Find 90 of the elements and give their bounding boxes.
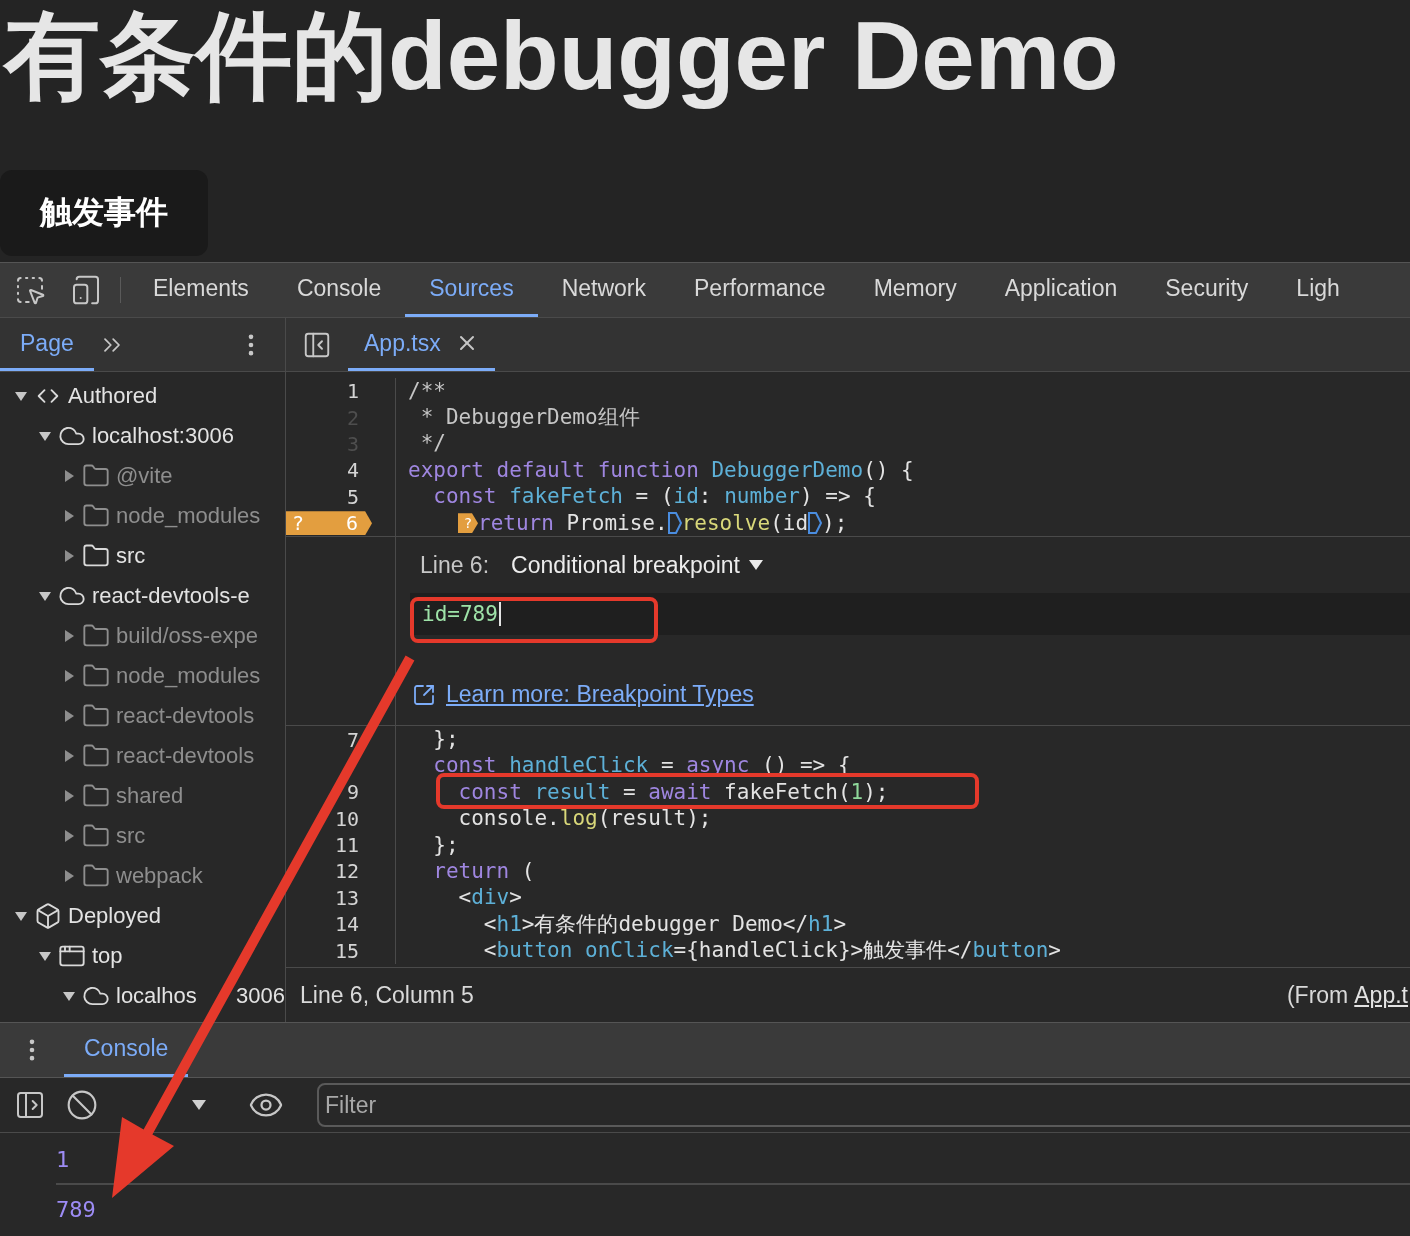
line-number: 14 bbox=[334, 912, 359, 937]
collapsed-arrow-icon[interactable] bbox=[62, 549, 76, 563]
tree-item[interactable]: react-devtools-e bbox=[92, 583, 250, 609]
collapsed-arrow-icon[interactable] bbox=[62, 469, 76, 483]
line-number: 15 bbox=[334, 938, 359, 963]
collapsed-arrow-icon[interactable] bbox=[62, 629, 76, 643]
condition-input-field[interactable]: id=789 bbox=[410, 593, 1410, 636]
line-number: 11 bbox=[334, 833, 359, 858]
code-text: resolve(id bbox=[681, 512, 809, 534]
devtools-tab[interactable]: Ligh bbox=[1272, 263, 1364, 317]
code-text: ); bbox=[822, 512, 848, 534]
code-line: return ( bbox=[433, 861, 535, 882]
box-icon bbox=[34, 902, 62, 930]
tree-item[interactable]: Deployed bbox=[68, 903, 161, 929]
tree-item[interactable]: build/oss-expe bbox=[116, 623, 258, 649]
line-number: 13 bbox=[334, 885, 359, 910]
collapsed-arrow-icon[interactable] bbox=[62, 749, 76, 763]
expanded-arrow-icon[interactable] bbox=[38, 429, 52, 443]
tree-item[interactable]: react-devtools bbox=[116, 743, 255, 769]
code-line: /** bbox=[408, 380, 446, 402]
code-line: */ bbox=[420, 433, 446, 455]
code-text: return Promise. bbox=[478, 512, 668, 534]
tree-item[interactable]: src bbox=[116, 543, 146, 569]
source-link[interactable]: App.t bbox=[1354, 981, 1408, 1009]
code-line: }; bbox=[433, 729, 459, 751]
tree-item[interactable]: localhost:3006 bbox=[92, 423, 234, 449]
code-line: * DebuggerDemo组件 bbox=[420, 407, 640, 429]
file-tab[interactable]: App.tsx bbox=[348, 318, 495, 371]
source-label: (From bbox=[1286, 981, 1349, 1009]
filter-field[interactable]: Filter bbox=[317, 1083, 1410, 1127]
caret-icon bbox=[191, 1099, 207, 1111]
tree-item[interactable]: node_modules bbox=[116, 503, 261, 529]
devtools-tab[interactable]: Elements bbox=[129, 263, 273, 317]
inline-breakpoint-icon[interactable] bbox=[808, 512, 823, 535]
devtools-tab[interactable]: Console bbox=[272, 263, 406, 317]
devtools-tab[interactable]: Application bbox=[980, 263, 1142, 317]
tree-item[interactable]: react-devtools bbox=[116, 703, 255, 729]
device-toolbar-icon[interactable] bbox=[70, 274, 102, 306]
code-line: export default function DebuggerDemo() { bbox=[408, 459, 914, 481]
tree-item[interactable]: localhos bbox=[116, 983, 197, 1009]
caret-icon bbox=[747, 559, 764, 572]
expanded-arrow-icon[interactable] bbox=[62, 989, 76, 1003]
external-link-icon bbox=[412, 682, 436, 707]
devtools-tab[interactable]: Security bbox=[1141, 263, 1273, 317]
console-message: 789 bbox=[56, 1195, 97, 1224]
tree-item[interactable]: 3006 bbox=[236, 983, 285, 1009]
devtools-tab[interactable]: Network bbox=[537, 263, 670, 317]
line-number: 12 bbox=[334, 859, 359, 884]
tree-item[interactable]: Authored bbox=[68, 383, 158, 409]
expanded-arrow-icon[interactable] bbox=[14, 389, 28, 403]
collapsed-arrow-icon[interactable] bbox=[62, 509, 76, 523]
code-line: <button onClick={handleClick}>触发事件</button> bbox=[483, 940, 1061, 962]
tree-item[interactable]: node_modules bbox=[116, 663, 261, 689]
collapsed-arrow-icon[interactable] bbox=[62, 869, 76, 883]
line-number: 9 bbox=[346, 780, 359, 805]
trigger-button[interactable]: 触发事件 bbox=[0, 170, 208, 256]
tree-item[interactable]: top bbox=[92, 943, 123, 969]
line-number: 5 bbox=[346, 484, 359, 509]
line-number: 1 bbox=[346, 379, 359, 404]
collapsed-arrow-icon[interactable] bbox=[62, 669, 76, 683]
clear-console-icon[interactable] bbox=[66, 1089, 98, 1121]
code-line: const fakeFetch = (id: number) => { bbox=[433, 486, 876, 508]
collapsed-arrow-icon[interactable] bbox=[62, 709, 76, 723]
inspect-icon[interactable] bbox=[14, 274, 46, 306]
tree-item[interactable]: src bbox=[116, 823, 146, 849]
inline-breakpoint-icon[interactable] bbox=[667, 512, 682, 535]
expanded-arrow-icon[interactable] bbox=[38, 949, 52, 963]
collapsed-arrow-icon[interactable] bbox=[62, 789, 76, 803]
expanded-arrow-icon[interactable] bbox=[14, 909, 28, 923]
learn-more-link[interactable]: Learn more: Breakpoint Types bbox=[410, 681, 754, 709]
code-line: <div> bbox=[458, 887, 522, 909]
expanded-arrow-icon[interactable] bbox=[38, 589, 52, 603]
breakpoint-line-label: Line 6: bbox=[420, 551, 490, 579]
code-line: console.log(result); bbox=[458, 808, 712, 830]
cursor-position: Line 6, Column 5 bbox=[300, 981, 474, 1009]
tree-item[interactable]: shared bbox=[116, 783, 184, 809]
breakpoint-type-dropdown[interactable]: Conditional breakpoint bbox=[511, 551, 764, 579]
devtools-tab[interactable]: Memory bbox=[849, 263, 981, 317]
tree-item[interactable]: webpack bbox=[116, 863, 203, 889]
code-line: }; bbox=[433, 834, 459, 856]
line-number: 10 bbox=[334, 806, 359, 831]
line-number: 7 bbox=[346, 727, 359, 752]
devtools-tab[interactable]: Performance bbox=[670, 263, 850, 317]
code-line: const result = await fakeFetch(1); bbox=[458, 781, 889, 803]
line-number: 4 bbox=[346, 458, 359, 483]
code-line: <h1>有条件的debugger Demo</h1> bbox=[483, 913, 847, 935]
page-title: 有条件的debugger Demo bbox=[2, 1, 1120, 111]
tree-item[interactable]: @vite bbox=[116, 463, 173, 489]
collapsed-arrow-icon[interactable] bbox=[62, 829, 76, 843]
toggle-sidebar-icon[interactable] bbox=[14, 1089, 46, 1121]
